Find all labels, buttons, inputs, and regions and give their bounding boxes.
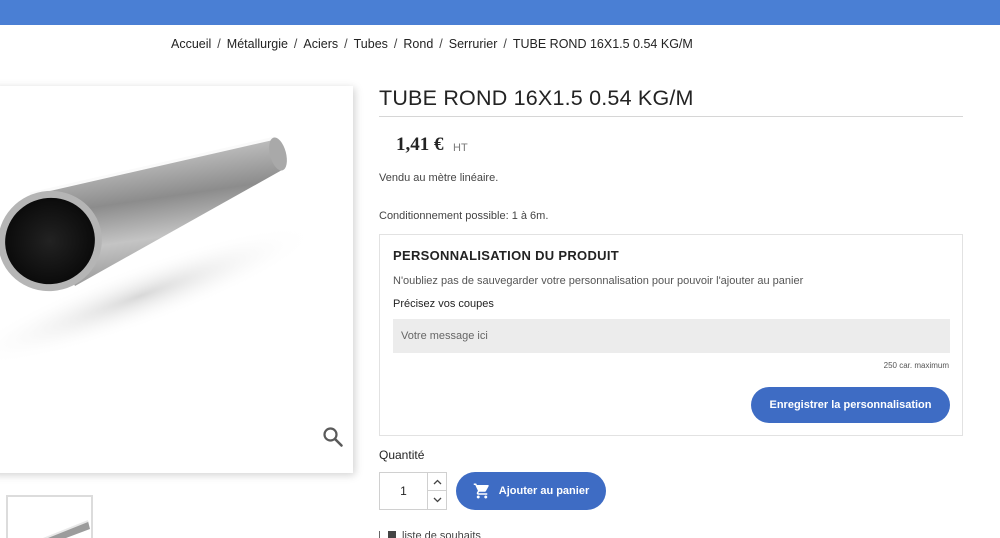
breadcrumb-separator: / xyxy=(217,37,221,51)
character-limit-hint: 250 car. maximum xyxy=(883,361,949,370)
customization-message-input[interactable] xyxy=(393,319,950,353)
breadcrumb-separator: / xyxy=(344,37,348,51)
price-tax-suffix: HT xyxy=(453,142,468,154)
quantity-input[interactable] xyxy=(380,473,427,509)
quantity-label: Quantité xyxy=(379,448,425,462)
customization-title: PERSONNALISATION DU PRODUIT xyxy=(393,248,619,263)
wishlist-link[interactable]: liste de souhaits xyxy=(379,530,481,538)
cart-icon xyxy=(473,483,489,499)
top-header-bar xyxy=(0,0,1000,25)
breadcrumb-item-aciers[interactable]: Aciers xyxy=(303,37,338,51)
customization-panel: PERSONNALISATION DU PRODUIT N'oubliez pa… xyxy=(379,234,963,436)
customization-field-label: Précisez vos coupes xyxy=(393,298,494,310)
add-to-cart-label: Ajouter au panier xyxy=(498,485,590,497)
product-image-card[interactable] xyxy=(0,86,353,473)
breadcrumb-item-current: TUBE ROND 16X1.5 0.54 KG/M xyxy=(512,37,693,51)
bookmark-icon xyxy=(388,531,396,538)
breadcrumb-item-rond[interactable]: Rond xyxy=(403,37,433,51)
chevron-up-icon xyxy=(433,479,441,484)
breadcrumb-item-accueil[interactable]: Accueil xyxy=(171,37,211,51)
divider xyxy=(379,531,380,538)
breadcrumb-item-serrurier[interactable]: Serrurier xyxy=(449,37,498,51)
breadcrumb-item-metallurgie[interactable]: Métallurgie xyxy=(227,37,288,51)
quantity-stepper xyxy=(379,472,447,510)
breadcrumb-item-tubes[interactable]: Tubes xyxy=(354,37,388,51)
wishlist-label: liste de souhaits xyxy=(402,530,481,538)
product-thumbnail[interactable] xyxy=(6,495,93,538)
breadcrumb-separator: / xyxy=(293,37,298,51)
breadcrumb-separator: / xyxy=(503,37,507,51)
breadcrumb-separator: / xyxy=(439,37,443,51)
product-description-sale-unit: Vendu au mètre linéaire. xyxy=(379,172,499,184)
product-image xyxy=(0,136,319,367)
customization-note: N'oubliez pas de sauvegarder votre perso… xyxy=(393,275,804,287)
chevron-down-icon xyxy=(433,497,441,503)
breadcrumb-separator: / xyxy=(393,37,398,51)
product-title: TUBE ROND 16X1.5 0.54 KG/M xyxy=(379,86,694,110)
zoom-icon[interactable] xyxy=(322,426,344,448)
quantity-increase-button[interactable] xyxy=(427,473,446,491)
save-customization-button[interactable]: Enregistrer la personnalisation xyxy=(751,387,950,423)
product-description-packaging: Conditionnement possible: 1 à 6m. xyxy=(379,210,549,222)
quantity-decrease-button[interactable] xyxy=(427,491,446,509)
product-price: 1,41 € xyxy=(396,134,444,155)
breadcrumb: Accueil / Métallurgie / Aciers / Tubes / Rond / Se… xyxy=(171,37,693,51)
title-divider xyxy=(379,116,963,117)
add-to-cart-button[interactable]: Ajouter au panier xyxy=(456,472,606,510)
